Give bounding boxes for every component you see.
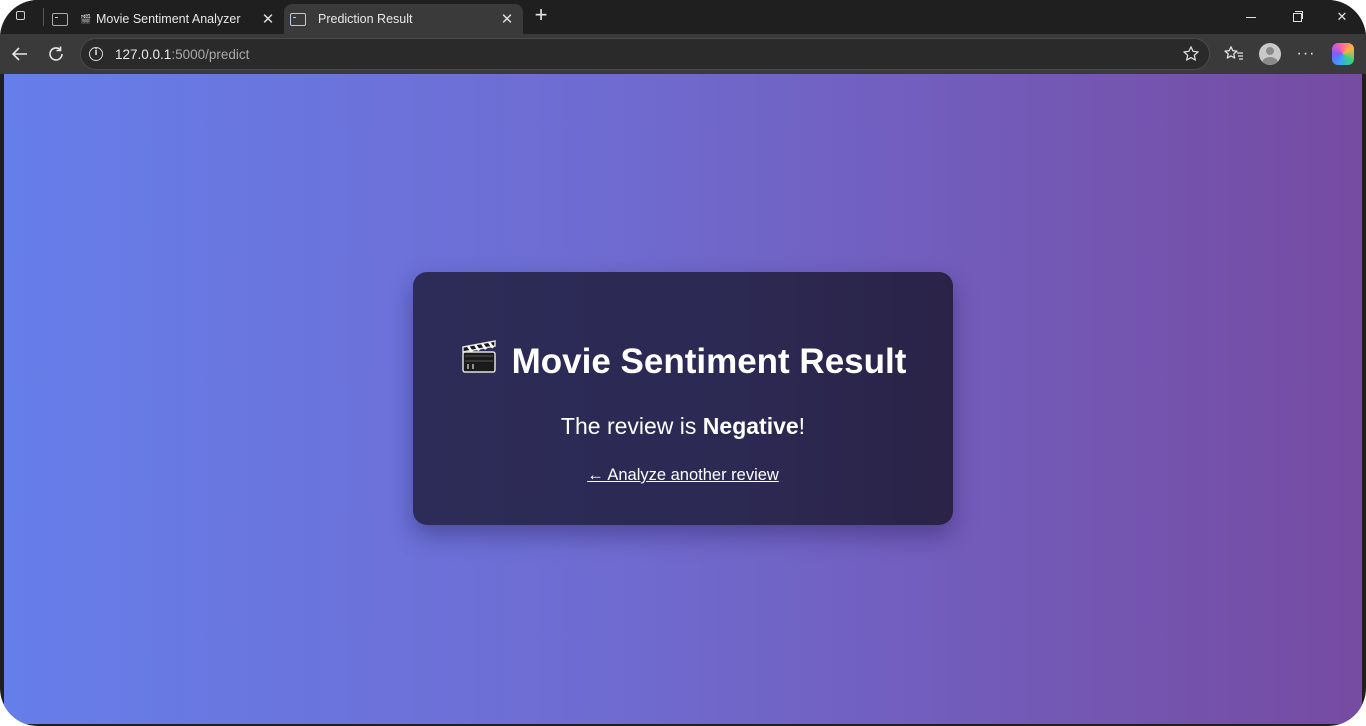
result-message: The review is Negative! <box>413 411 953 441</box>
tab-prediction-result[interactable]: Prediction Result ✕ <box>284 4 523 34</box>
browser-window: 🎬 Movie Sentiment Analyzer ✕ Prediction … <box>0 0 1366 726</box>
new-tab-icon[interactable]: + <box>530 4 552 27</box>
url-text[interactable]: 127.0.0.1:5000/predict <box>115 47 249 62</box>
result-suffix: ! <box>798 413 806 439</box>
url-path: :5000/predict <box>171 47 250 62</box>
clapperboard-icon <box>460 337 498 384</box>
tab-strip: 🎬 Movie Sentiment Analyzer ✕ Prediction … <box>0 0 1366 34</box>
terminal-favicon-icon <box>52 12 68 26</box>
browser-toolbar: i 127.0.0.1:5000/predict ··· <box>0 34 1366 74</box>
restore-icon <box>1292 10 1303 22</box>
tab-actions-icon[interactable] <box>16 11 25 20</box>
copilot-icon[interactable] <box>1331 42 1355 66</box>
address-bar[interactable]: i 127.0.0.1:5000/predict <box>80 38 1210 70</box>
restore-button[interactable] <box>1286 6 1308 28</box>
tab-divider <box>43 8 44 26</box>
analyze-another-link[interactable]: ← Analyze another review <box>413 466 953 485</box>
more-options-icon[interactable]: ··· <box>1294 42 1318 66</box>
clapperboard-mini-icon: 🎬 <box>80 13 92 24</box>
close-tab-icon[interactable]: ✕ <box>499 11 515 28</box>
profile-avatar-icon[interactable] <box>1258 42 1282 66</box>
close-window-button[interactable]: ✕ <box>1331 6 1353 28</box>
tab-title: Prediction Result <box>318 12 413 26</box>
page-content: Movie Sentiment Result The review is Neg… <box>4 74 1362 724</box>
result-prefix: The review is <box>560 413 703 439</box>
close-tab-icon[interactable]: ✕ <box>260 11 276 28</box>
reload-icon[interactable] <box>44 42 68 66</box>
result-card: Movie Sentiment Result The review is Neg… <box>413 272 953 525</box>
sentiment-label: Negative <box>702 413 799 439</box>
avatar <box>1259 43 1281 65</box>
favorite-star-icon[interactable] <box>1179 42 1203 66</box>
minimize-button[interactable] <box>1240 6 1262 28</box>
copilot-logo <box>1332 43 1354 65</box>
site-info-icon[interactable]: i <box>89 47 103 61</box>
tab-movie-sentiment-analyzer[interactable]: 🎬 Movie Sentiment Analyzer ✕ <box>46 4 284 34</box>
minimize-icon <box>1246 16 1256 18</box>
url-host: 127.0.0.1 <box>115 47 172 62</box>
tab-title: Movie Sentiment Analyzer <box>96 12 241 26</box>
page-title: Movie Sentiment Result <box>413 340 953 384</box>
terminal-favicon-icon <box>290 12 306 26</box>
title-text: Movie Sentiment Result <box>511 342 907 381</box>
back-icon[interactable] <box>8 42 32 66</box>
favorites-icon[interactable] <box>1222 42 1246 66</box>
